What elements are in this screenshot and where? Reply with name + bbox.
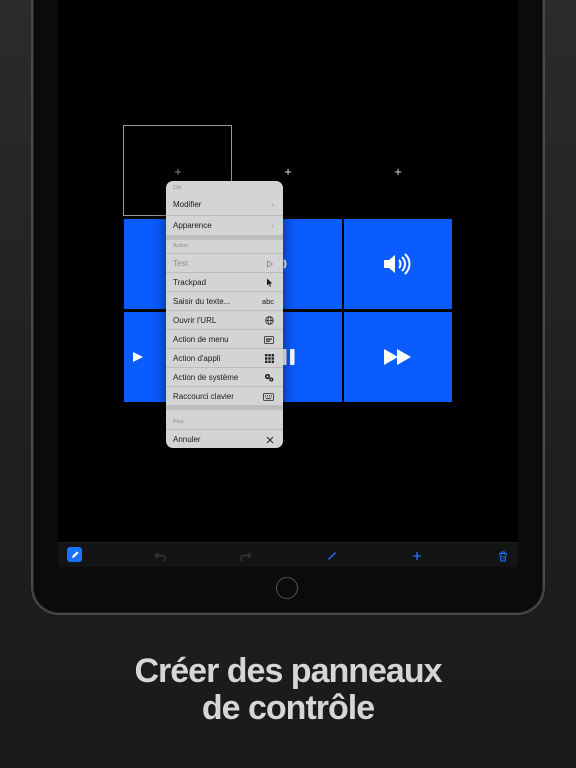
menu-item-appearance-label: Apparence (173, 221, 212, 230)
menu-item-keyboard-shortcut-label: Raccourci clavier (173, 392, 234, 401)
abc-label: abc (261, 297, 274, 306)
menu-item-menu-action[interactable]: Action de menu (166, 329, 283, 348)
add-slot-2[interactable]: + (281, 165, 295, 179)
menu-item-trackpad-label: Trackpad (173, 278, 207, 287)
menu-item-cancel-label: Annuler (173, 435, 201, 444)
menu-item-type-text[interactable]: Saisir du texte... abc (166, 291, 283, 310)
bottom-toolbar (58, 542, 518, 567)
menu-item-type-text-label: Saisir du texte... (173, 297, 231, 306)
play-outline-icon (266, 254, 274, 273)
menu-item-test-label: Test (173, 259, 188, 268)
chevron-right-icon: › (271, 200, 275, 209)
fast-forward-icon (384, 349, 411, 365)
cursor-icon (266, 273, 274, 292)
caption-line-2: de contrôle (201, 689, 375, 727)
menu-bar-icon (264, 330, 274, 349)
redo-icon[interactable] (238, 548, 254, 564)
menu-item-keyboard-shortcut[interactable]: Raccourci clavier (166, 386, 283, 405)
tile-volume-up[interactable] (344, 219, 452, 309)
speaker-high-icon (384, 253, 411, 275)
add-slot-3[interactable]: + (391, 165, 405, 179)
tile-fast-forward[interactable] (344, 312, 452, 402)
menu-item-open-url-label: Ouvrir l'URL (173, 316, 217, 325)
home-button[interactable] (276, 577, 298, 599)
app-grid-icon (265, 349, 274, 368)
pencil-icon[interactable] (67, 547, 82, 562)
draw-icon[interactable] (324, 548, 340, 564)
menu-item-cancel[interactable]: Annuler (166, 429, 283, 448)
caption-line-1: Créer des panneaux (134, 652, 442, 690)
section-header-more: Plus (173, 419, 184, 425)
context-menu: Clé Modifier › Apparence › Action Test T… (166, 181, 283, 448)
menu-item-app-action-label: Action d'appli (173, 354, 221, 363)
close-icon (266, 430, 274, 448)
undo-icon[interactable] (152, 548, 168, 564)
menu-item-modify-label: Modifier (173, 200, 202, 209)
add-slot-1[interactable]: + (171, 165, 185, 179)
trash-icon[interactable] (495, 548, 511, 564)
menu-item-open-url[interactable]: Ouvrir l'URL (166, 310, 283, 329)
section-header-key: Clé (173, 185, 182, 191)
menu-item-test[interactable]: Test (166, 253, 283, 272)
add-icon[interactable] (409, 548, 425, 564)
play-icon (133, 352, 143, 362)
globe-icon (265, 311, 274, 330)
keyboard-icon (263, 387, 274, 406)
menu-item-app-action[interactable]: Action d'appli (166, 348, 283, 367)
chevron-right-icon: › (271, 221, 275, 230)
menu-separator (166, 405, 283, 410)
gears-icon (264, 368, 274, 387)
menu-item-system-action[interactable]: Action de système (166, 367, 283, 386)
menu-item-menu-action-label: Action de menu (173, 335, 229, 344)
menu-item-system-action-label: Action de système (173, 373, 239, 382)
section-header-action: Action (173, 243, 189, 249)
menu-item-appearance[interactable]: Apparence › (166, 215, 283, 234)
menu-item-modify[interactable]: Modifier › (166, 195, 283, 214)
ipad-screen: + + + Clé Modifier › Apparence › Action … (58, 0, 518, 567)
menu-item-trackpad[interactable]: Trackpad (166, 272, 283, 291)
